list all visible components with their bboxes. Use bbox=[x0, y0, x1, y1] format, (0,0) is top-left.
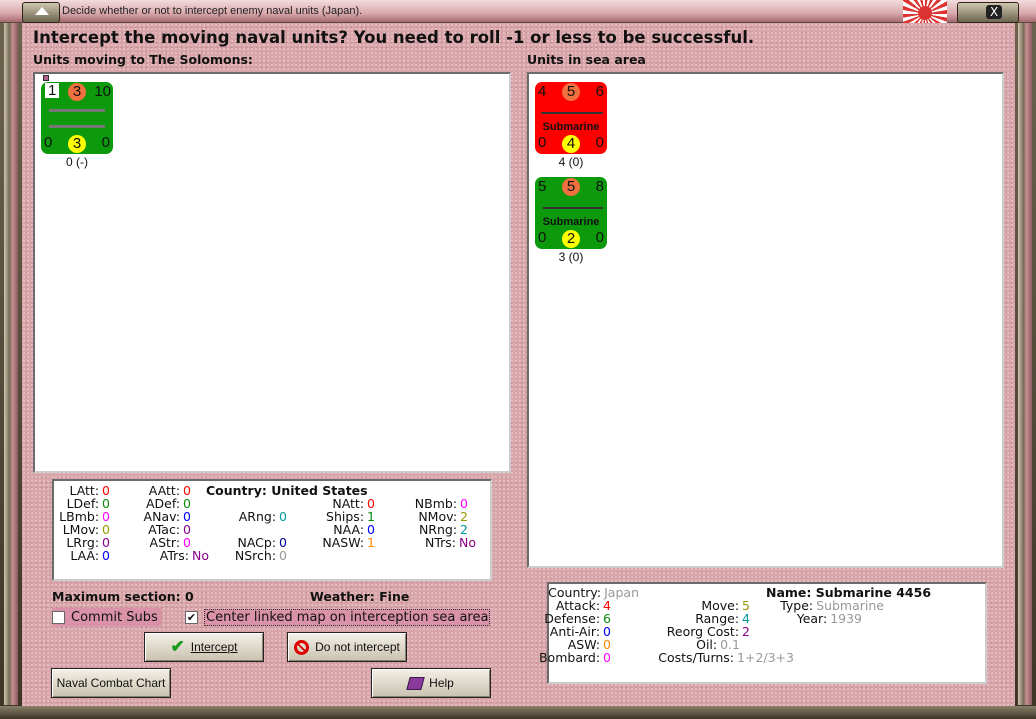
counter-type-label: Submarine bbox=[542, 216, 600, 228]
title-bar: Decide whether or not to intercept enemy… bbox=[0, 0, 1036, 23]
stat-label: Costs/Turns: bbox=[658, 650, 735, 665]
minimize-button[interactable] bbox=[22, 2, 60, 23]
up-arrow-icon bbox=[35, 7, 49, 15]
do-not-intercept-label: Do not intercept bbox=[315, 640, 400, 654]
japan-flag-icon bbox=[903, 0, 947, 23]
stat-value: 2 bbox=[742, 624, 750, 639]
center-map-checkbox[interactable]: ✔ Center linked map on interception sea a… bbox=[185, 608, 491, 626]
stat-label: NSrch: bbox=[234, 548, 277, 563]
ship-icon bbox=[49, 109, 105, 112]
counter-top-center: 5 bbox=[562, 83, 580, 101]
left-border bbox=[4, 23, 18, 705]
checkmark-icon[interactable]: ✔ bbox=[185, 610, 198, 624]
moving-units-list[interactable]: 1 3 10 0 3 0 0 (-) bbox=[33, 72, 511, 473]
stat-value: 1939 bbox=[830, 611, 862, 626]
help-book-icon bbox=[406, 676, 425, 690]
stat-value: 1 bbox=[367, 535, 375, 550]
maximum-section: Maximum section: 0 bbox=[52, 589, 194, 604]
unit-counter[interactable]: 1 3 10 0 3 0 bbox=[41, 82, 113, 154]
unit-name: Name: Submarine 4456 bbox=[766, 585, 932, 600]
sea-units-list[interactable]: 4 5 6 Submarine 0 4 0 4 (0) 5 5 8 Submar… bbox=[527, 72, 1004, 568]
right-border bbox=[1018, 23, 1032, 705]
counter-caption: 4 (0) bbox=[558, 155, 584, 169]
counter-top-right: 8 bbox=[595, 178, 604, 195]
us-stats-panel: LAtt: 0 LDef: 0 LBmb: 0 LMov: 0 LRrg: 0 LAA: 0 AAtt:… bbox=[52, 479, 492, 581]
counter-bottom-right: 0 bbox=[595, 134, 604, 151]
counter-top-right: 10 bbox=[94, 83, 111, 100]
checkbox-box[interactable] bbox=[52, 610, 65, 624]
naval-combat-chart-label: Naval Combat Chart bbox=[56, 676, 166, 690]
stat-value: 0 bbox=[603, 650, 611, 665]
counter-top-left: 4 bbox=[538, 83, 547, 100]
unit-counter[interactable]: 4 5 6 Submarine 0 4 0 bbox=[535, 82, 607, 154]
stat-label: ATrs: bbox=[159, 548, 189, 563]
counter-bottom-left: 0 bbox=[538, 229, 547, 246]
counter-top-right: 6 bbox=[595, 83, 604, 100]
stat-value: 1+2/3+3 bbox=[737, 650, 794, 665]
counter-caption: 3 (0) bbox=[558, 250, 584, 264]
stat-nsrch: NSrch: 0 bbox=[235, 548, 287, 563]
stat-label: NASW: bbox=[322, 535, 365, 550]
submarine-icon bbox=[541, 112, 603, 114]
intercept-label: Intercept bbox=[190, 640, 238, 654]
stat-value: 0 bbox=[279, 509, 287, 524]
counter-bottom-right: 0 bbox=[595, 229, 604, 246]
intercept-button[interactable]: ✔ Intercept bbox=[144, 632, 264, 662]
checkmark-icon: ✔ bbox=[170, 637, 185, 656]
stat-year: Year: 1939 bbox=[797, 611, 862, 626]
stat-value: 0 bbox=[102, 548, 110, 563]
stat-arng: ARng: 0 bbox=[239, 509, 287, 524]
stat-label: LAA: bbox=[70, 548, 100, 563]
commit-subs-label: Commit Subs bbox=[71, 609, 158, 625]
unit-counter[interactable]: 5 5 8 Submarine 0 2 0 bbox=[535, 177, 607, 249]
weather: Weather: Fine bbox=[310, 589, 410, 604]
commit-subs-checkbox[interactable]: Commit Subs bbox=[52, 608, 161, 626]
stat-label: Bombard: bbox=[538, 650, 601, 665]
unit-info-panel: Country: Japan Attack: 4 Defense: 6 Anti-Air: 0… bbox=[539, 582, 987, 684]
stat-bombard: Bombard: 0 bbox=[539, 650, 611, 665]
help-label: Help bbox=[429, 676, 454, 690]
stat-value: 0 bbox=[279, 548, 287, 563]
counter-top-center: 3 bbox=[68, 83, 86, 101]
counter-bottom-center: 2 bbox=[562, 230, 580, 248]
help-button[interactable]: Help bbox=[371, 668, 491, 698]
stat-label: ARng: bbox=[238, 509, 277, 524]
moving-units-label: Units moving to The Solomons: bbox=[33, 52, 253, 67]
counter-top-left: 1 bbox=[45, 83, 60, 98]
country-name: Country: United States bbox=[206, 483, 368, 498]
stat-value: No bbox=[192, 548, 209, 563]
counter-type-label: Submarine bbox=[542, 121, 600, 133]
stat-value: No bbox=[459, 535, 476, 550]
stat-atrs: ATrs: No bbox=[160, 548, 209, 563]
bottom-border bbox=[0, 706, 1036, 719]
stat-ntrs: NTrs: No bbox=[425, 535, 476, 550]
ship-icon bbox=[49, 125, 105, 128]
stat-nasw: NASW: 1 bbox=[322, 535, 375, 550]
counter-bottom-left: 0 bbox=[538, 134, 547, 151]
center-map-label: Center linked map on interception sea ar… bbox=[204, 608, 491, 626]
do-not-intercept-button[interactable]: Do not intercept bbox=[287, 632, 407, 662]
close-button[interactable]: X bbox=[957, 2, 1019, 23]
prohibited-icon bbox=[294, 639, 310, 655]
sea-units-label: Units in sea area bbox=[527, 52, 646, 67]
stat-label: NTrs: bbox=[424, 535, 456, 550]
counter-caption: 0 (-) bbox=[66, 155, 88, 169]
submarine-icon bbox=[543, 207, 603, 209]
counter-bottom-center: 3 bbox=[68, 135, 86, 153]
counter-top-left: 5 bbox=[538, 178, 547, 195]
selection-marker-icon bbox=[43, 75, 49, 81]
close-icon: X bbox=[986, 5, 1003, 19]
stat-laa: LAA: 0 bbox=[70, 548, 110, 563]
counter-top-center: 5 bbox=[562, 178, 580, 196]
counter-bottom-right: 0 bbox=[101, 134, 110, 151]
window-title: Decide whether or not to intercept enemy… bbox=[62, 5, 363, 17]
stat-label: Year: bbox=[796, 611, 828, 626]
counter-bottom-left: 0 bbox=[44, 134, 53, 151]
intercept-question: Intercept the moving naval units? You ne… bbox=[33, 28, 755, 47]
stat-costs: Costs/Turns: 1+2/3+3 bbox=[658, 650, 794, 665]
counter-bottom-center: 4 bbox=[562, 135, 580, 153]
naval-combat-chart-button[interactable]: Naval Combat Chart bbox=[51, 668, 171, 698]
